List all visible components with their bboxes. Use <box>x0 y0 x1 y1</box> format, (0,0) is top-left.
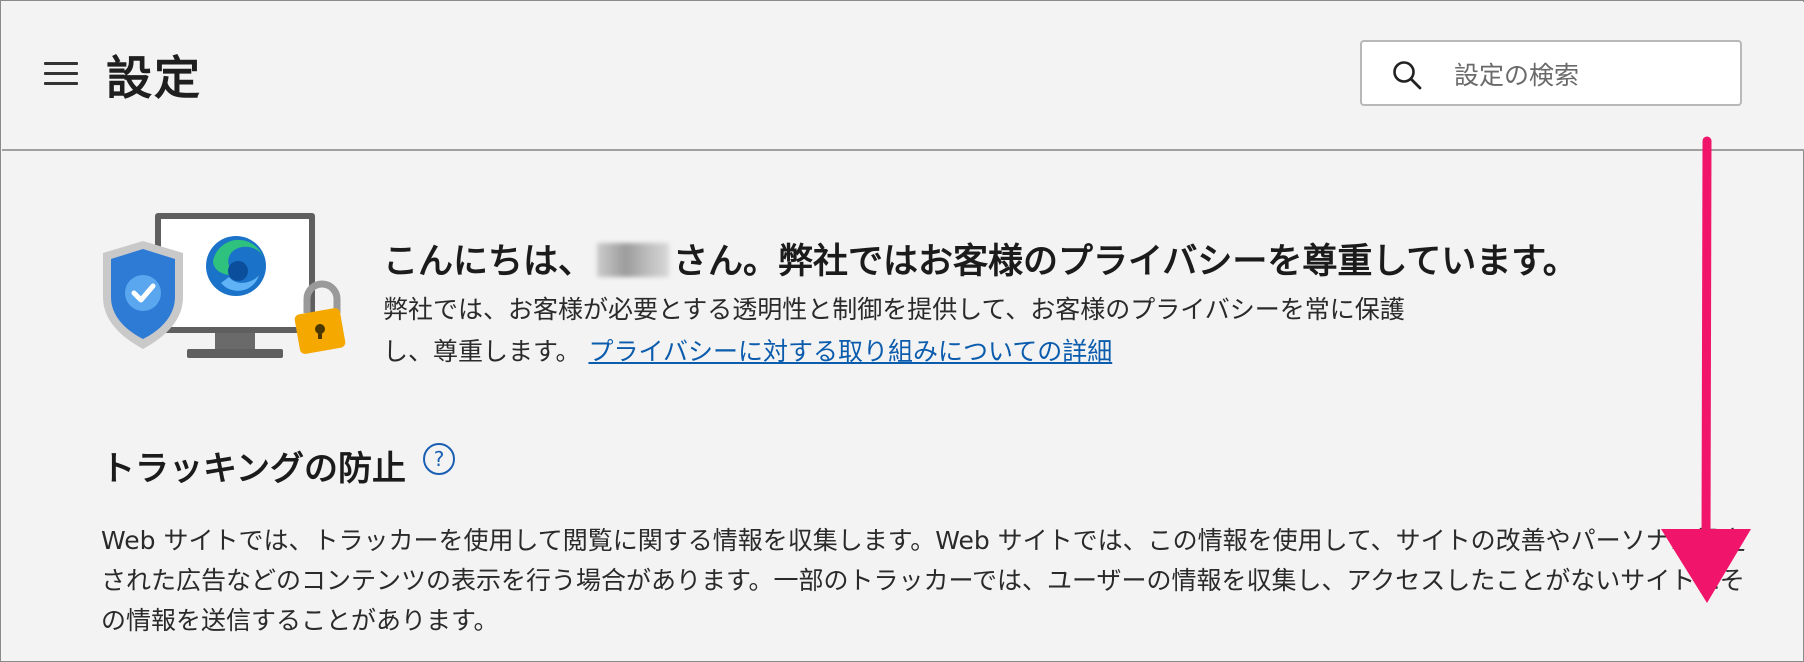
settings-header: 設定 <box>2 2 1804 151</box>
settings-window: 設定 設定の検索 こんにちは、 さん。弊社ではお客様のプライバシーを尊重していま… <box>0 0 1804 662</box>
tracking-prevention-title: トラッキングの防止 <box>101 449 406 489</box>
page-title: 設定 <box>106 51 202 105</box>
greeting-suffix: さん。弊社ではお客様のプライバシーを尊重しています。 <box>673 242 1578 282</box>
privacy-illustration <box>103 213 346 358</box>
blurred-username <box>597 243 670 277</box>
search-icon <box>1393 61 1422 90</box>
hamburger-menu-icon[interactable] <box>44 62 78 88</box>
privacy-learn-more-link[interactable]: プライバシーに対する取り組みについての詳細 <box>588 337 1112 366</box>
help-circle-icon[interactable]: ? <box>423 443 455 475</box>
privacy-greeting: こんにちは、 さん。弊社ではお客様のプライバシーを尊重しています。 <box>383 233 1578 284</box>
greeting-prefix: こんにちは、 <box>383 242 594 282</box>
search-box[interactable] <box>1360 40 1742 106</box>
tracking-prevention-description: Web サイトでは、トラッカーを使用して閲覧に関する情報を収集します。Web サ… <box>101 526 1746 635</box>
privacy-description: 弊社では、お客様が必要とする透明性と制御を提供して、お客様のプライバシーを常に保… <box>383 289 1453 373</box>
edge-logo-icon <box>206 236 266 296</box>
search-input[interactable] <box>1452 54 1726 96</box>
